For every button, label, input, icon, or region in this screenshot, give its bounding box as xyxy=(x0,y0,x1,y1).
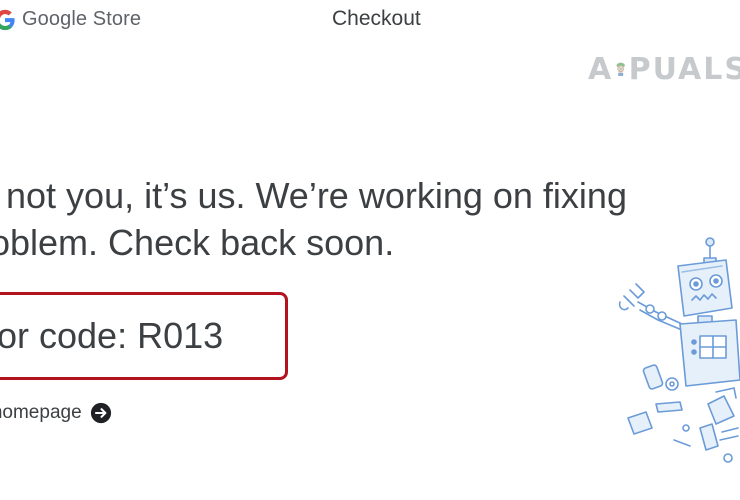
appuals-watermark: A PUALS xyxy=(588,34,740,104)
google-store-brand[interactable]: Google Store xyxy=(0,8,141,31)
page-title: Checkout xyxy=(332,7,421,30)
error-code-text: ror code: R013 xyxy=(0,315,224,356)
google-g-logo-icon xyxy=(0,9,15,30)
checkout-error-page: Google Store Checkout A PUALS s not you,… xyxy=(0,0,740,500)
brand-name: Google Store xyxy=(22,8,142,30)
broken-robot-illustration xyxy=(618,237,740,463)
appuals-mascot-icon xyxy=(616,62,626,76)
watermark-text: PUALS xyxy=(628,51,740,87)
homepage-link-label: o homepage xyxy=(0,402,82,423)
go-to-homepage-link[interactable]: o homepage xyxy=(0,402,112,424)
watermark-letter-a: A xyxy=(588,51,614,87)
arrow-right-circle-icon xyxy=(90,402,111,424)
error-code-highlight: ror code: R013 xyxy=(0,292,288,380)
error-message-line-1: s not you, it’s us. We’re working on fix… xyxy=(0,175,627,216)
